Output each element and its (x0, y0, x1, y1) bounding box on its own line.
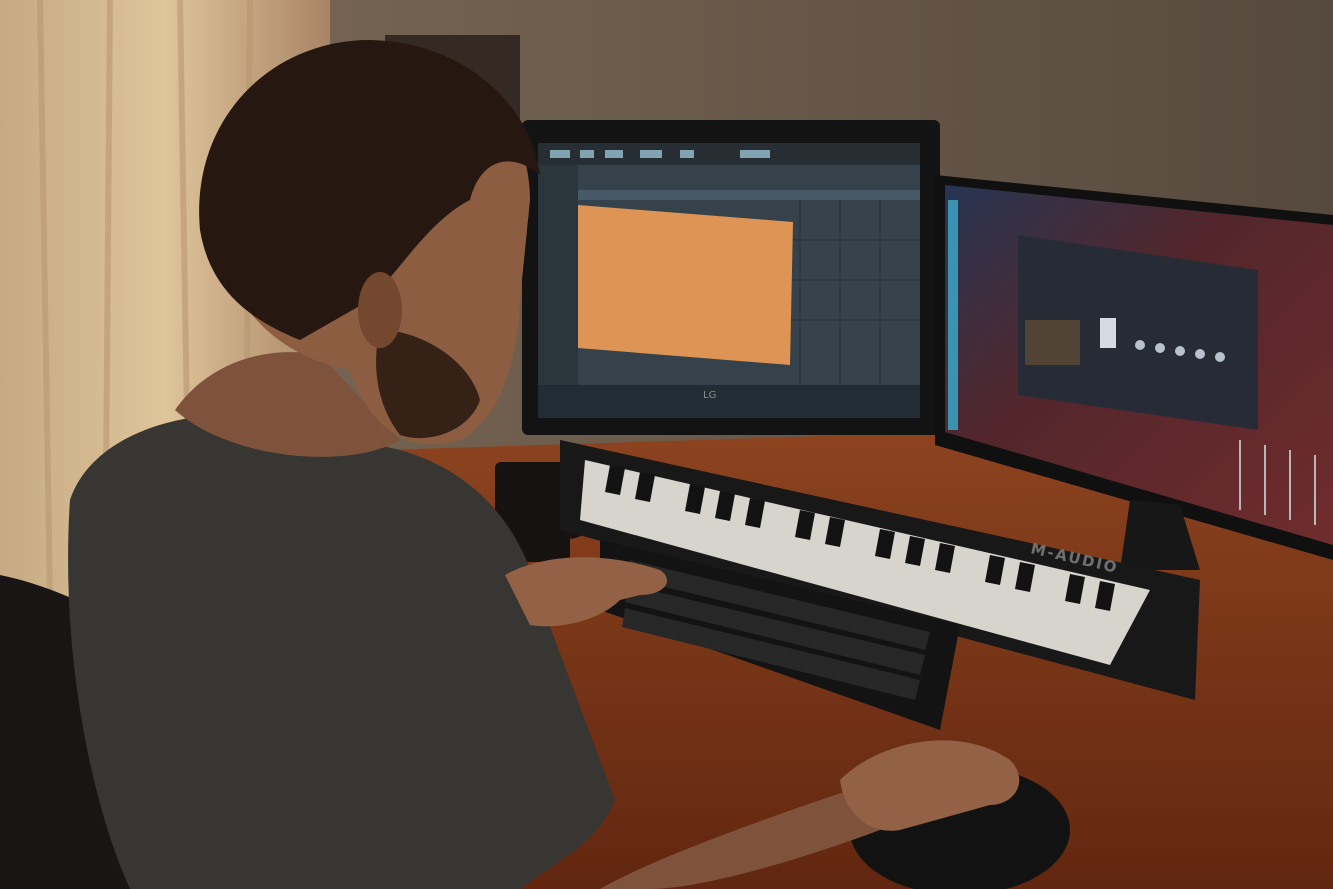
vignette (0, 0, 1333, 889)
photo-illustration: LG M-AUDIO (0, 0, 1333, 889)
photo-scene: LG M-AUDIO (0, 0, 1333, 889)
